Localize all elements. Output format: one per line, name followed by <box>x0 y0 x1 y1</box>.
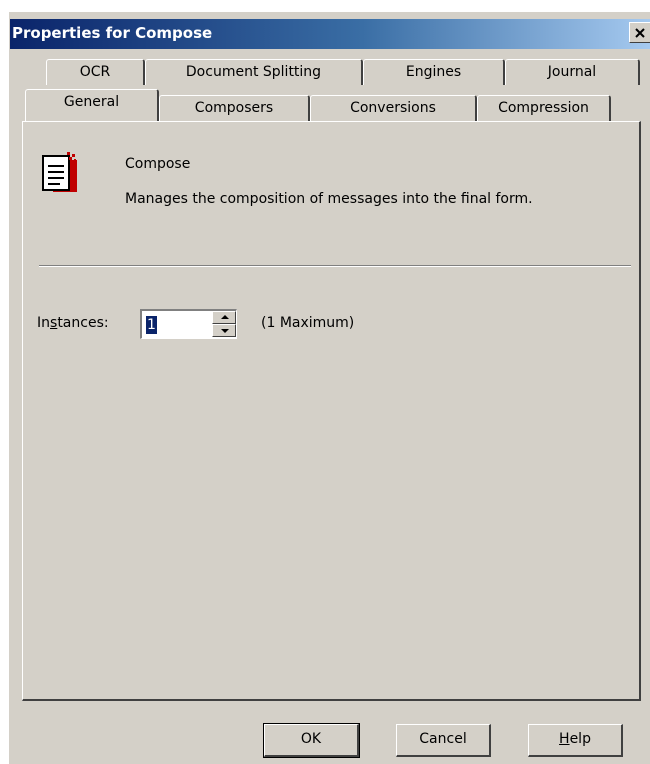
instances-maximum: (1 Maximum) <box>261 315 355 331</box>
window-title: Properties for Compose <box>12 24 213 42</box>
tab-conversions[interactable]: Conversions <box>310 95 477 121</box>
instances-stepper[interactable]: 1 <box>140 309 237 339</box>
title-bar[interactable]: Properties for Compose <box>10 19 650 49</box>
instances-input[interactable]: 1 <box>146 316 157 334</box>
cancel-button-label: Cancel <box>419 731 467 747</box>
stepper-buttons <box>212 311 236 337</box>
component-name: Compose <box>125 156 191 172</box>
tab-engines-label: Engines <box>405 64 462 80</box>
tab-journal-label: Journal <box>547 64 597 80</box>
arrow-up-icon <box>221 315 229 319</box>
component-description: Manages the composition of messages into… <box>125 191 533 207</box>
ok-button[interactable]: OK <box>263 723 360 758</box>
close-icon <box>635 27 645 38</box>
ok-button-label: OK <box>300 731 322 747</box>
tab-composers-label: Composers <box>194 100 274 116</box>
separator <box>39 265 631 267</box>
arrow-down-icon <box>221 329 229 333</box>
close-button[interactable] <box>629 22 650 43</box>
help-button-label: Help <box>559 731 591 747</box>
instances-label: Instances: <box>37 315 109 331</box>
tab-composers[interactable]: Composers <box>159 95 310 121</box>
general-tab-panel: Compose Manages the composition of messa… <box>22 121 641 701</box>
help-button[interactable]: Help <box>528 724 623 757</box>
tab-document-splitting-label: Document Splitting <box>185 64 322 80</box>
tab-general[interactable]: General <box>25 89 159 121</box>
tab-compression-label: Compression <box>498 100 589 116</box>
document-compose-icon <box>42 152 77 192</box>
tab-ocr-label: OCR <box>79 64 111 80</box>
stepper-down-button[interactable] <box>212 324 236 337</box>
properties-dialog: Properties for Compose OCR Document Spli… <box>9 12 650 764</box>
tab-conversions-label: Conversions <box>350 100 436 116</box>
tab-engines[interactable]: Engines <box>363 59 505 85</box>
tab-general-label: General <box>63 94 120 110</box>
stepper-up-button[interactable] <box>212 311 236 324</box>
tab-document-splitting[interactable]: Document Splitting <box>145 59 363 85</box>
tab-compression[interactable]: Compression <box>477 95 611 121</box>
tab-ocr[interactable]: OCR <box>46 59 145 85</box>
cancel-button[interactable]: Cancel <box>396 724 491 757</box>
tab-journal[interactable]: Journal <box>505 59 640 85</box>
